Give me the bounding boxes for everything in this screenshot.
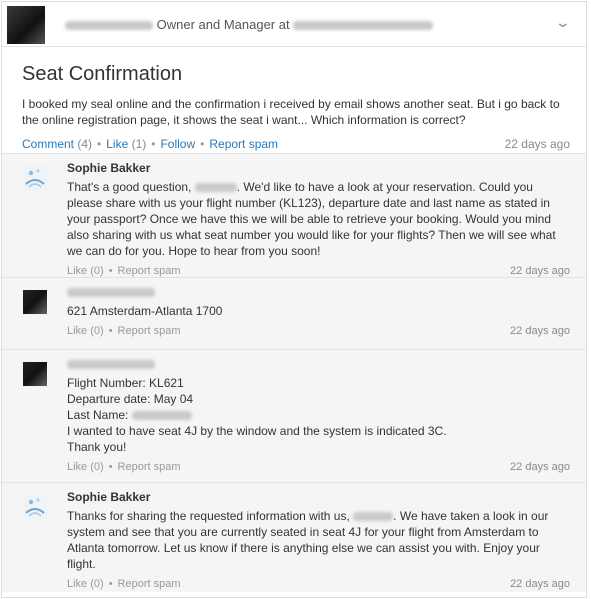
report-spam-link[interactable]: Report spam xyxy=(118,265,181,277)
comment-text-part: That's a good question, xyxy=(67,180,192,194)
comment-text: Thanks for sharing the requested informa… xyxy=(67,508,570,572)
author-avatar[interactable] xyxy=(7,6,45,44)
like-link[interactable]: Like xyxy=(106,137,128,151)
post-header: Owner and Manager at ⌄ xyxy=(2,2,586,47)
post-title: Seat Confirmation xyxy=(22,63,183,85)
comment-line: Departure date: May 04 xyxy=(67,392,194,406)
comment-line: Thank you! xyxy=(67,440,127,454)
comment-text: That's a good question, . We'd like to h… xyxy=(67,179,570,259)
comment-timestamp: 22 days ago xyxy=(510,461,570,473)
comment-timestamp: 22 days ago xyxy=(510,265,570,277)
comment-actions: Like (0) • Report spam 22 days ago xyxy=(67,461,570,473)
comment-item: Flight Number: KL621 Departure date: May… xyxy=(2,349,586,482)
post-timestamp: 22 days ago xyxy=(504,137,570,151)
commenter-name[interactable] xyxy=(67,285,570,301)
comment-line: Last Name: xyxy=(67,407,570,423)
separator-dot: • xyxy=(108,265,113,277)
comment-text-part: Thanks for sharing the requested informa… xyxy=(67,509,350,523)
comment-timestamp: 22 days ago xyxy=(510,325,570,337)
comment-link[interactable]: Comment xyxy=(22,137,74,151)
comment-item: Sophie Bakker That's a good question, . … xyxy=(2,153,586,277)
post: Seat Confirmation I booked my seal onlin… xyxy=(2,47,586,153)
report-spam-link[interactable]: Report spam xyxy=(118,461,181,473)
author-name-redacted[interactable] xyxy=(65,21,153,31)
comment-text: 621 Amsterdam-Atlanta 1700 xyxy=(67,304,223,318)
redacted-last-name xyxy=(131,411,192,421)
separator-dot: • xyxy=(108,325,113,337)
comment-line: I wanted to have seat 4J by the window a… xyxy=(67,424,447,438)
klm-avatar[interactable] xyxy=(23,495,47,519)
like-button[interactable]: Like (0) xyxy=(67,461,104,473)
report-spam-link[interactable]: Report spam xyxy=(118,325,181,337)
comment-text: Flight Number: KL621 Departure date: May… xyxy=(67,375,570,455)
author-avatar[interactable] xyxy=(23,362,47,386)
author-avatar[interactable] xyxy=(23,290,47,314)
discussion-card: Owner and Manager at ⌄ Seat Confirmation… xyxy=(1,1,587,598)
redacted-name xyxy=(67,360,155,370)
separator-dot: • xyxy=(200,137,205,151)
redacted-name xyxy=(194,183,237,193)
comment-timestamp: 22 days ago xyxy=(510,578,570,590)
report-spam-link[interactable]: Report spam xyxy=(209,137,278,151)
separator-dot: • xyxy=(151,137,156,151)
redacted-name xyxy=(67,288,155,298)
like-count: (1) xyxy=(131,137,147,151)
klm-logo-icon xyxy=(25,498,45,517)
follow-link[interactable]: Follow xyxy=(160,137,195,151)
commenter-name[interactable]: Sophie Bakker xyxy=(67,161,570,177)
like-button[interactable]: Like (0) xyxy=(67,265,104,277)
separator-dot: • xyxy=(97,137,102,151)
klm-logo-icon xyxy=(25,169,45,188)
chevron-down-icon[interactable]: ⌄ xyxy=(555,14,571,31)
klm-avatar[interactable] xyxy=(23,166,47,190)
comment-item: 621 Amsterdam-Atlanta 1700 Like (0) • Repo… xyxy=(2,277,586,349)
comment-line-label: Last Name: xyxy=(67,408,129,422)
post-body: I booked my seal online and the confirma… xyxy=(22,97,560,127)
author-line: Owner and Manager at xyxy=(65,17,434,32)
comment-line: Flight Number: KL621 xyxy=(67,376,184,390)
comment-actions: Like (0) • Report spam 22 days ago xyxy=(67,265,570,277)
comment-count: (4) xyxy=(77,137,93,151)
post-actions: Comment (4) • Like (1) • Follow • Report spam … xyxy=(22,137,570,151)
comment-actions: Like (0) • Report spam 22 days ago xyxy=(67,325,570,337)
author-company-redacted[interactable] xyxy=(293,21,434,31)
separator-dot: • xyxy=(108,578,113,590)
commenter-name[interactable] xyxy=(67,357,570,373)
like-button[interactable]: Like (0) xyxy=(67,578,104,590)
author-title: Owner and Manager at xyxy=(156,17,290,32)
comment-actions: Like (0) • Report spam 22 days ago xyxy=(67,578,570,590)
comment-item: Sophie Bakker Thanks for sharing the req… xyxy=(2,482,586,592)
like-button[interactable]: Like (0) xyxy=(67,325,104,337)
report-spam-link[interactable]: Report spam xyxy=(118,578,181,590)
redacted-name xyxy=(353,512,394,522)
separator-dot: • xyxy=(108,461,113,473)
commenter-name[interactable]: Sophie Bakker xyxy=(67,490,570,506)
